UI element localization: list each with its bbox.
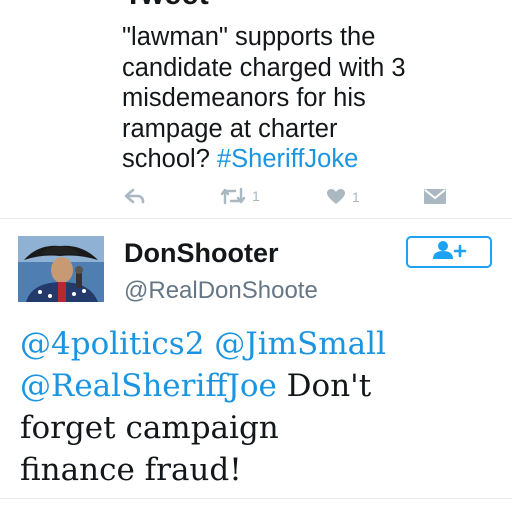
heart-icon xyxy=(326,188,346,205)
tweet-text-line: forget campaign xyxy=(20,410,279,446)
tweet-text-line: @RealSheriffJoe Don't xyxy=(20,365,510,407)
mention-link[interactable]: @JimSmall xyxy=(214,326,386,362)
hashtag-link[interactable]: #SheriffJoke xyxy=(217,145,358,173)
tweet-text-line: candidate charged with 3 xyxy=(122,53,406,82)
tweet-text-line: "lawman" supports the xyxy=(122,23,376,51)
page-heading: Tweet xyxy=(124,0,209,12)
avatar[interactable] xyxy=(18,236,104,302)
tweet-actions-bar: 1 1 xyxy=(118,180,458,210)
reply-icon xyxy=(124,188,146,204)
tweet-text-line: finance fraud! xyxy=(20,452,242,488)
retweet-button[interactable]: 1 xyxy=(220,187,260,205)
message-button[interactable] xyxy=(424,189,446,204)
tweet-text: @4politics2 @JimSmall @RealSheriffJoe Do… xyxy=(20,323,510,491)
tweet-text-line: @4politics2 @JimSmall xyxy=(20,323,510,365)
tweet-text-fragment: school? xyxy=(122,145,217,173)
add-user-icon xyxy=(429,240,469,265)
user-display-name[interactable]: DonShooter xyxy=(124,238,279,269)
mention-link[interactable]: @RealSheriffJoe xyxy=(20,368,277,404)
tweet-text-line: school? #SheriffJoke xyxy=(122,144,502,175)
user-handle[interactable]: @RealDonShoote xyxy=(124,277,318,305)
retweet-icon xyxy=(220,187,246,205)
follow-button[interactable] xyxy=(406,236,492,268)
tweet-text-line: rampage at charter xyxy=(122,114,338,143)
tweet-divider xyxy=(0,218,512,219)
mention-link[interactable]: @4politics2 xyxy=(20,326,204,362)
reply-button[interactable] xyxy=(124,188,146,204)
retweet-count: 1 xyxy=(252,188,260,204)
previous-tweet-text: "lawman" supports the candidate charged … xyxy=(122,22,502,175)
tweet-text-fragment: Don't xyxy=(276,368,372,404)
message-icon xyxy=(424,189,446,204)
like-button[interactable]: 1 xyxy=(326,188,360,205)
tweet-detail-screen: Tweet "lawman" supports the candidate ch… xyxy=(0,0,512,512)
bottom-divider xyxy=(0,498,512,499)
like-count: 1 xyxy=(352,188,360,205)
tweet-text-line: misdemeanors for his xyxy=(122,84,366,112)
